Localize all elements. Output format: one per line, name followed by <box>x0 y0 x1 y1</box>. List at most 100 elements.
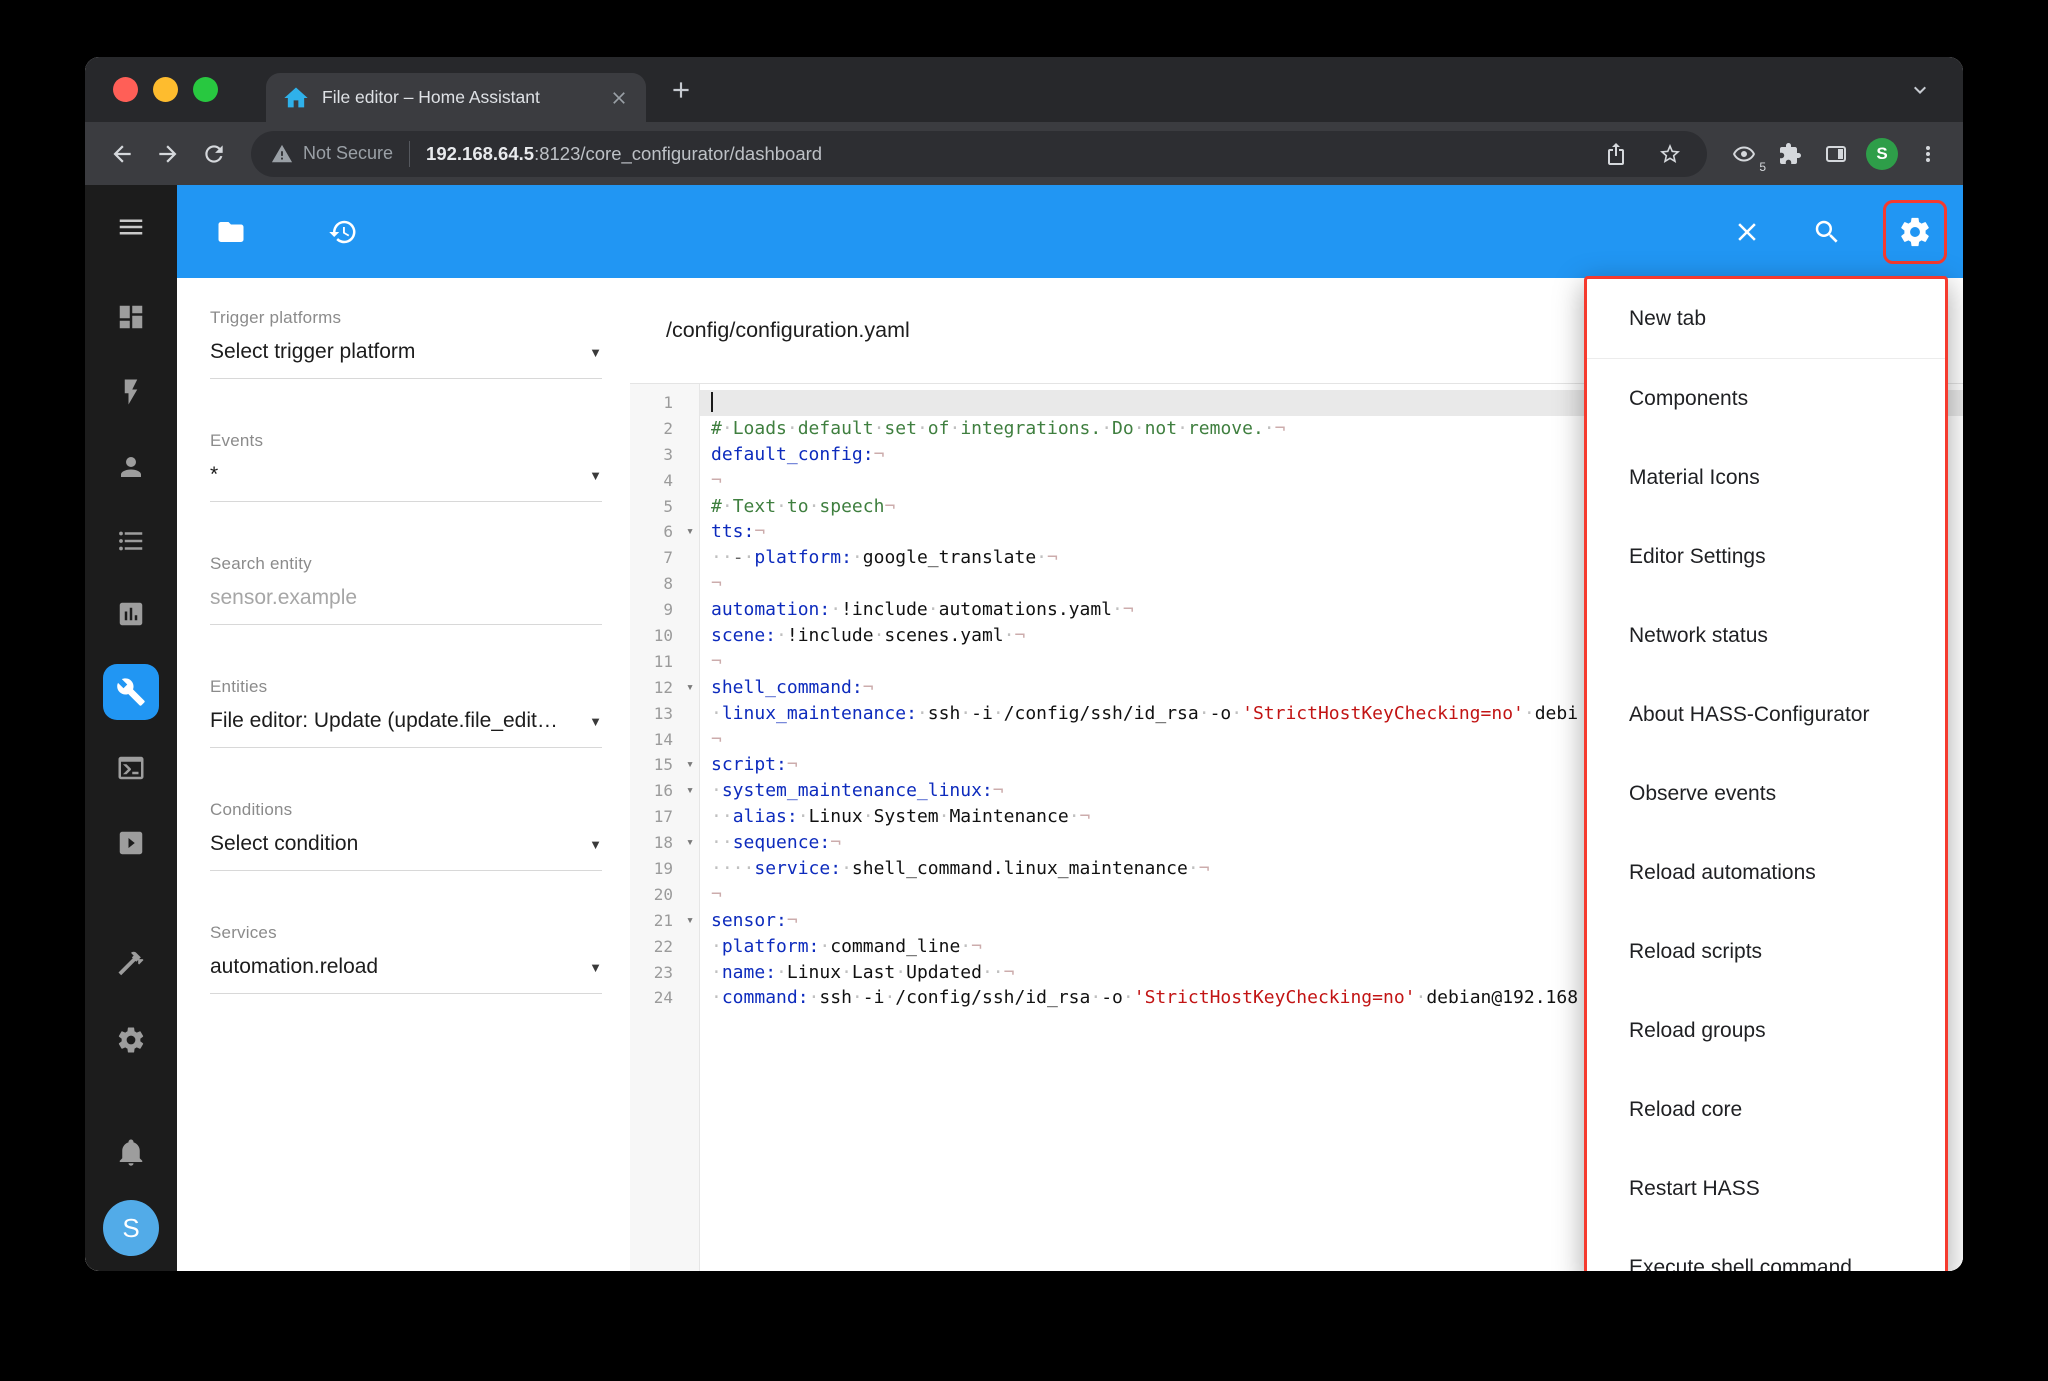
extensions-puzzle-icon[interactable] <box>1767 131 1813 177</box>
fold-arrow-icon[interactable]: ▾ <box>686 908 694 934</box>
sidebar-item-settings[interactable] <box>107 1016 155 1064</box>
fold-arrow-icon[interactable]: ▾ <box>686 675 694 701</box>
url-path: :8123/core_configurator/dashboard <box>534 142 823 164</box>
tab-close-icon[interactable] <box>604 83 634 113</box>
sidebar-menu-hamburger-icon[interactable] <box>107 203 155 251</box>
sidebar-item-energy[interactable] <box>107 368 155 416</box>
menu-item-network-status[interactable]: Network status <box>1587 596 1945 675</box>
browser-menu-icon[interactable] <box>1905 131 1951 177</box>
fold-arrow-icon[interactable]: ▾ <box>686 778 694 804</box>
profile-avatar[interactable]: S <box>1859 131 1905 177</box>
line-number: 9 <box>663 600 673 620</box>
bookmark-star-icon[interactable] <box>1647 131 1693 177</box>
line-number: 7 <box>663 548 673 568</box>
close-icon[interactable] <box>1723 208 1771 256</box>
chevron-down-icon: ▼ <box>589 959 602 975</box>
folder-browse-icon[interactable] <box>207 208 255 256</box>
line-number: 2 <box>663 418 673 438</box>
ha-sidebar: S <box>85 185 177 1271</box>
chevron-down-icon: ▼ <box>589 344 602 360</box>
browser-toolbar: Not Secure 192.168.64.5:8123/core_config… <box>85 122 1963 185</box>
search-icon[interactable] <box>1803 208 1851 256</box>
line-number: 14 <box>653 729 673 749</box>
sidebar-item-developer-tools[interactable] <box>107 939 155 987</box>
line-number: 6 ▾ <box>630 519 699 545</box>
line-number: 21 ▾ <box>630 908 699 934</box>
menu-item-observe-events[interactable]: Observe events <box>1587 754 1945 833</box>
tab-title: File editor – Home Assistant <box>322 87 540 107</box>
sidebar-item-file-editor[interactable] <box>103 664 159 720</box>
field-label: Search entity <box>210 554 312 573</box>
user-avatar[interactable]: S <box>103 1200 159 1256</box>
menu-item-components[interactable]: Components <box>1587 359 1945 438</box>
browser-tab[interactable]: File editor – Home Assistant <box>266 73 646 122</box>
sidebar-item-media[interactable] <box>107 819 155 867</box>
line-number: 3 <box>663 444 673 464</box>
field-label: Trigger platforms <box>210 308 342 327</box>
url-text: 192.168.64.5:8123/core_configurator/dash… <box>426 143 822 165</box>
history-icon[interactable] <box>319 208 367 256</box>
menu-item-reload-automations[interactable]: Reload automations <box>1587 833 1945 912</box>
line-number: 22 <box>653 936 673 956</box>
sidebar-item-history[interactable] <box>107 590 155 638</box>
privacy-extension-icon[interactable]: 5 <box>1721 131 1767 177</box>
line-number: 24 <box>653 988 673 1008</box>
conditions-select[interactable]: Select condition ▼ <box>210 832 602 871</box>
events-select[interactable]: * ▼ <box>210 463 602 502</box>
field-label: Services <box>210 923 277 942</box>
settings-gear-icon[interactable] <box>1891 208 1939 256</box>
reload-button[interactable] <box>191 131 237 177</box>
text-cursor <box>711 392 713 412</box>
menu-item-reload-core[interactable]: Reload core <box>1587 1070 1945 1149</box>
wrench-icon <box>117 678 145 706</box>
share-icon[interactable] <box>1593 131 1639 177</box>
address-bar[interactable]: Not Secure 192.168.64.5:8123/core_config… <box>251 130 1707 177</box>
menu-item-restart-hass[interactable]: Restart HASS <box>1587 1149 1945 1228</box>
new-tab-button[interactable] <box>662 71 700 109</box>
file-path: /config/configuration.yaml <box>666 318 910 342</box>
forward-button[interactable] <box>145 131 191 177</box>
menu-item-editor-settings[interactable]: Editor Settings <box>1587 517 1945 596</box>
line-number: 19 <box>653 859 673 879</box>
field-label: Entities <box>210 677 268 696</box>
field-services: Services automation.reload ▼ <box>210 923 602 994</box>
menu-item-reload-scripts[interactable]: Reload scripts <box>1587 912 1945 991</box>
trigger-platform-select[interactable]: Select trigger platform ▼ <box>210 340 602 379</box>
menu-item-reload-groups[interactable]: Reload groups <box>1587 991 1945 1070</box>
sidebar-item-terminal[interactable] <box>107 744 155 792</box>
line-number: 13 <box>653 703 673 723</box>
fold-arrow-icon[interactable]: ▾ <box>686 830 694 856</box>
security-chip[interactable]: Not Secure <box>271 143 393 165</box>
zoom-window-button[interactable] <box>193 77 218 102</box>
field-label: Events <box>210 431 264 450</box>
line-number: 1 <box>663 393 673 412</box>
menu-item-new-tab[interactable]: New tab <box>1587 279 1945 358</box>
close-window-button[interactable] <box>113 77 138 102</box>
line-number: 11 <box>653 651 673 671</box>
entities-select[interactable]: File editor: Update (update.file_edit… ▼ <box>210 709 602 748</box>
minimize-window-button[interactable] <box>153 77 178 102</box>
field-label: Conditions <box>210 800 293 819</box>
menu-item-execute-shell-command[interactable]: Execute shell command <box>1587 1228 1945 1272</box>
sidebar-item-person[interactable] <box>107 443 155 491</box>
services-select[interactable]: automation.reload ▼ <box>210 955 602 994</box>
sidebar-item-overview[interactable] <box>107 293 155 341</box>
line-number: 20 <box>653 884 673 904</box>
search-entity-input[interactable]: sensor.example <box>210 586 602 625</box>
field-events: Events * ▼ <box>210 431 602 502</box>
sidebar-item-logbook[interactable] <box>107 517 155 565</box>
gutter: 1 2 3 4 5 6 ▾ 7 8 9 10 11 12 ▾ 13 14 15 ▾ 16 ▾ 17 18 ▾ 19 20 21 ▾ 2… <box>630 384 700 1271</box>
fold-arrow-icon[interactable]: ▾ <box>686 752 694 778</box>
menu-item-about[interactable]: About HASS-Configurator <box>1587 675 1945 754</box>
line-number: 17 <box>653 807 673 827</box>
line-number: 18 ▾ <box>630 830 699 856</box>
side-panel-icon[interactable] <box>1813 131 1859 177</box>
field-conditions: Conditions Select condition ▼ <box>210 800 602 871</box>
line-number: 23 <box>653 962 673 982</box>
fold-arrow-icon[interactable]: ▾ <box>686 519 694 545</box>
extension-badge: 5 <box>1759 159 1766 174</box>
back-button[interactable] <box>99 131 145 177</box>
menu-item-material-icons[interactable]: Material Icons <box>1587 438 1945 517</box>
notifications-bell-icon[interactable] <box>107 1128 155 1176</box>
tab-search-chevron-icon[interactable] <box>1903 73 1937 107</box>
